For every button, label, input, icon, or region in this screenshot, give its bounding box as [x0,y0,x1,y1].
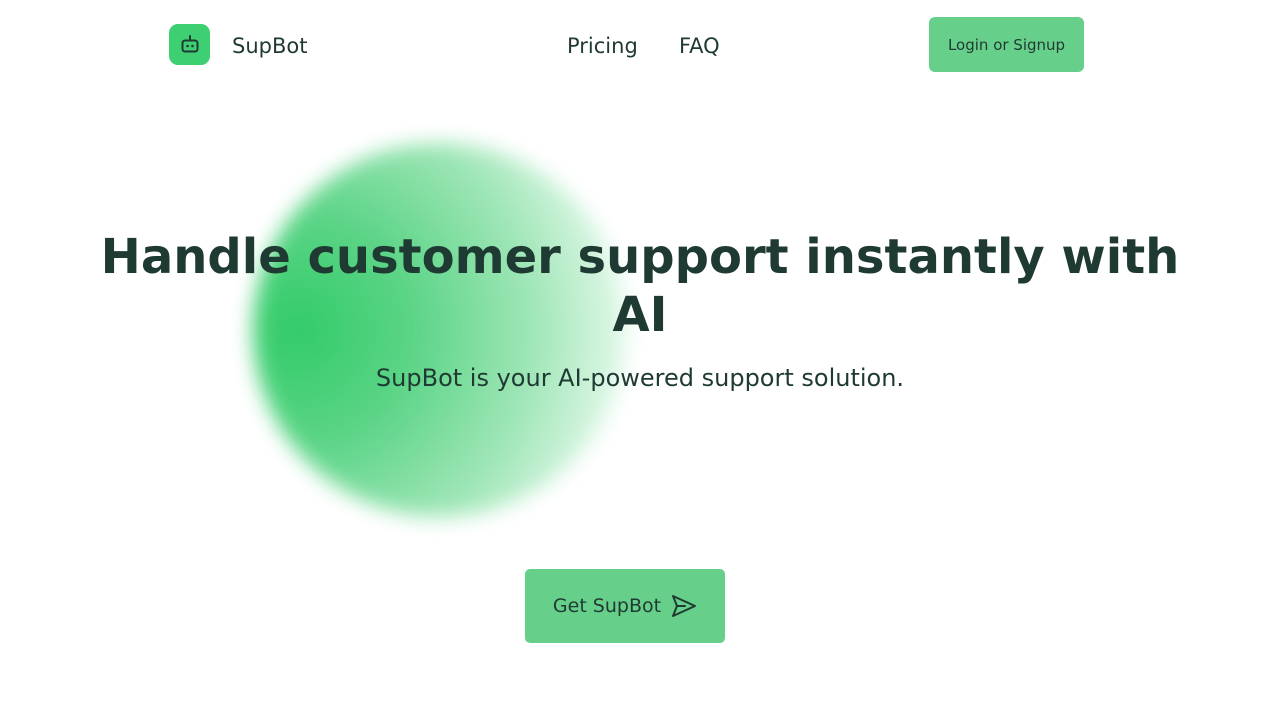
send-icon [672,595,697,617]
nav-link-faq[interactable]: FAQ [679,32,720,60]
logo[interactable] [169,24,210,65]
hero-subtitle: SupBot is your AI-powered support soluti… [375,364,905,392]
landing-page: SupBot Pricing FAQ Login or Signup Handl… [0,0,1280,720]
robot-icon [181,34,198,52]
hero-title: Handle customer support instantly with A… [100,229,1180,343]
login-signup-button[interactable]: Login or Signup [929,17,1084,72]
get-supbot-button[interactable]: Get SupBot [525,569,725,643]
cta-label: Get SupBot [552,595,662,617]
nav-link-pricing[interactable]: Pricing [567,32,638,60]
brand-name[interactable]: SupBot [232,32,307,60]
